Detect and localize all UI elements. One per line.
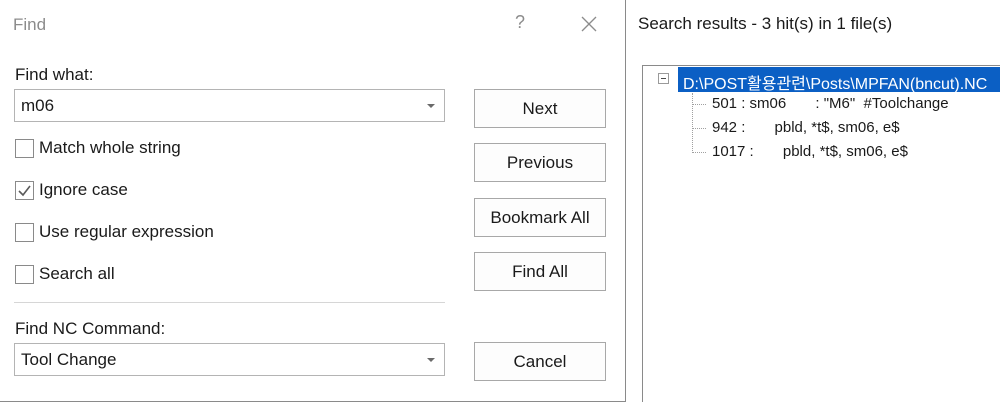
previous-button[interactable]: Previous bbox=[474, 143, 606, 182]
cancel-button[interactable]: Cancel bbox=[474, 342, 606, 381]
find-dialog: Find ? Find what: m06 Match whole string… bbox=[0, 0, 626, 402]
search-results-title: Search results - 3 hit(s) in 1 file(s) bbox=[638, 14, 893, 33]
checkmark-icon bbox=[18, 185, 31, 197]
collapse-icon[interactable] bbox=[658, 73, 669, 84]
nc-command-value: Tool Change bbox=[21, 350, 117, 369]
ignore-case-label: Ignore case bbox=[39, 180, 128, 199]
result-hit-item[interactable]: 501 : sm06 : "M6" #Toolchange bbox=[712, 95, 949, 112]
search-results-tree: D:\POST활용관련\Posts\MPFAN(bncut).NC 501 : … bbox=[642, 65, 1000, 402]
tree-connector bbox=[692, 152, 706, 153]
tree-connector bbox=[692, 104, 706, 105]
next-button[interactable]: Next bbox=[474, 89, 606, 128]
close-icon[interactable] bbox=[578, 13, 600, 35]
search-all-label: Search all bbox=[39, 264, 115, 283]
nc-command-combobox[interactable]: Tool Change bbox=[14, 343, 445, 376]
chevron-down-icon[interactable] bbox=[427, 104, 435, 108]
help-button[interactable]: ? bbox=[510, 12, 530, 36]
find-what-value: m06 bbox=[21, 96, 55, 115]
result-file-node[interactable]: D:\POST활용관련\Posts\MPFAN(bncut).NC bbox=[678, 67, 1000, 92]
match-whole-string-label: Match whole string bbox=[39, 138, 181, 157]
result-hit-item[interactable]: 1017 : pbld, *t$, sm06, e$ bbox=[712, 143, 908, 160]
dialog-title: Find bbox=[13, 15, 47, 34]
use-regex-label: Use regular expression bbox=[39, 222, 214, 241]
tree-connector bbox=[692, 128, 706, 129]
find-what-combobox[interactable]: m06 bbox=[14, 89, 445, 122]
use-regex-checkbox[interactable] bbox=[15, 223, 34, 242]
tree-connector bbox=[692, 93, 693, 153]
match-whole-string-checkbox[interactable] bbox=[15, 139, 34, 158]
result-hit-item[interactable]: 942 : pbld, *t$, sm06, e$ bbox=[712, 119, 900, 136]
chevron-down-icon[interactable] bbox=[427, 358, 435, 362]
search-all-checkbox[interactable] bbox=[15, 265, 34, 284]
separator bbox=[14, 302, 445, 303]
find-what-label: Find what: bbox=[15, 65, 94, 84]
find-all-button[interactable]: Find All bbox=[474, 252, 606, 291]
bookmark-all-button[interactable]: Bookmark All bbox=[474, 198, 606, 237]
ignore-case-checkbox[interactable] bbox=[15, 181, 34, 200]
nc-command-label: Find NC Command: bbox=[15, 319, 166, 338]
